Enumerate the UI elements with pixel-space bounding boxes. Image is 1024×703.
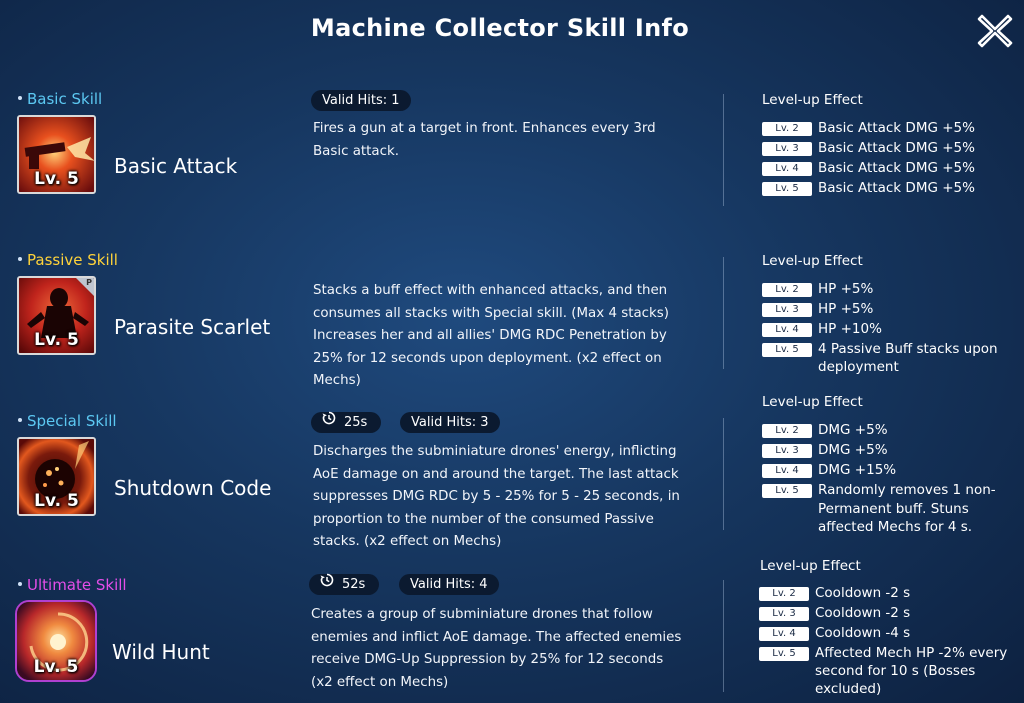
levelup-row: Lv. 4 HP +10% — [762, 320, 1012, 340]
levelup-list: Lv. 2 HP +5% Lv. 3 HP +5% Lv. 4 HP +10% Lv.… — [762, 280, 1012, 377]
level-tag: Lv. 4 — [762, 323, 812, 337]
levelup-list: Lv. 2 DMG +5% Lv. 3 DMG +5% Lv. 4 DMG +15% … — [762, 421, 1012, 537]
level-tag: Lv. 3 — [759, 607, 809, 621]
level-effect: HP +5% — [818, 301, 874, 317]
levelup-row: Lv. 3 HP +5% — [762, 300, 1012, 320]
skill-category: Basic Skill — [18, 90, 102, 108]
skill-name: Parasite Scarlet — [114, 315, 271, 339]
level-tag: Lv. 5 — [762, 484, 812, 498]
skill-description: Creates a group of subminiature drones t… — [311, 607, 682, 690]
skill-icon-wild-hunt[interactable]: Lv. 5 — [15, 600, 97, 682]
cooldown-pill: 25s — [311, 411, 382, 433]
skill-icon-parasite-scarlet[interactable]: P Lv. 5 — [17, 276, 96, 355]
levelup-row: Lv. 5 Affected Mech HP -2% every second f… — [759, 644, 1009, 698]
level-effect: HP +5% — [818, 281, 874, 297]
skill-category: Passive Skill — [18, 251, 118, 269]
level-effect: Randomly removes 1 non-Permanent buff. S… — [818, 482, 996, 535]
levelup-list: Lv. 2 Cooldown -2 s Lv. 3 Cooldown -2 s Lv… — [759, 584, 1009, 699]
divider — [723, 94, 724, 206]
levelup-row: Lv. 4 DMG +15% — [762, 461, 1012, 481]
levelup-row: Lv. 3 Basic Attack DMG +5% — [762, 139, 1020, 159]
skill-name: Shutdown Code — [114, 476, 272, 500]
levelup-row: Lv. 2 HP +5% — [762, 280, 1012, 300]
level-effect: Basic Attack DMG +5% — [818, 120, 975, 136]
divider — [723, 580, 724, 692]
level-effect: Basic Attack DMG +5% — [818, 160, 975, 176]
level-effect: HP +10% — [818, 321, 882, 337]
level-tag: Lv. 3 — [762, 444, 812, 458]
level-effect: DMG +5% — [818, 442, 888, 458]
skill-name: Basic Attack — [114, 154, 238, 178]
level-tag: Lv. 5 — [759, 647, 809, 661]
level-effect: 4 Passive Buff stacks upon deployment — [818, 341, 998, 375]
level-effect: Cooldown -2 s — [815, 585, 911, 601]
levelup-list: Lv. 2 Basic Attack DMG +5% Lv. 3 Basic Att… — [762, 119, 1020, 199]
level-tag: Lv. 5 — [762, 182, 812, 196]
background-ghost-text — [104, 62, 113, 92]
levelup-row: Lv. 4 Basic Attack DMG +5% — [762, 159, 1020, 179]
level-tag: Lv. 2 — [762, 424, 812, 438]
level-tag: Lv. 5 — [762, 343, 812, 357]
skill-category: Special Skill — [18, 412, 117, 430]
levelup-title: Level-up Effect — [762, 253, 863, 269]
level-tag: Lv. 2 — [762, 122, 812, 136]
levelup-row: Lv. 2 DMG +5% — [762, 421, 1012, 441]
valid-hits-pill: Valid Hits: 4 — [399, 574, 499, 595]
page-title: Machine Collector Skill Info — [310, 14, 690, 42]
level-effect: Basic Attack DMG +5% — [818, 180, 975, 196]
divider — [723, 257, 724, 369]
levelup-row: Lv. 4 Cooldown -4 s — [759, 624, 1009, 644]
valid-hits-pill: Valid Hits: 1 — [311, 90, 411, 111]
skill-description: Discharges the subminiature drones' ener… — [313, 444, 680, 549]
levelup-row: Lv. 5 Basic Attack DMG +5% — [762, 179, 1020, 199]
skill-level-badge: Lv. 5 — [34, 169, 79, 189]
level-effect: Cooldown -2 s — [815, 605, 911, 621]
skill-level-badge: Lv. 5 — [33, 657, 79, 677]
levelup-row: Lv. 2 Basic Attack DMG +5% — [762, 119, 1020, 139]
cooldown-value: 52s — [342, 577, 366, 592]
level-effect: Affected Mech HP -2% every second for 10… — [815, 645, 1008, 697]
level-tag: Lv. 3 — [762, 303, 812, 317]
levelup-row: Lv. 2 Cooldown -2 s — [759, 584, 1009, 604]
level-effect: Basic Attack DMG +5% — [818, 140, 975, 156]
level-tag: Lv. 4 — [762, 162, 812, 176]
cooldown-clock-icon — [322, 411, 336, 432]
level-tag: Lv. 2 — [759, 587, 809, 601]
level-tag: Lv. 4 — [759, 627, 809, 641]
divider — [723, 418, 724, 530]
cooldown-value: 25s — [344, 415, 368, 430]
level-tag: Lv. 2 — [762, 283, 812, 297]
level-tag: Lv. 3 — [762, 142, 812, 156]
level-effect: Cooldown -4 s — [815, 625, 911, 641]
level-effect: DMG +5% — [818, 422, 888, 438]
close-icon[interactable] — [976, 12, 1014, 50]
skill-description: Fires a gun at a target in front. Enhanc… — [313, 121, 656, 159]
levelup-title: Level-up Effect — [760, 558, 861, 574]
levelup-title: Level-up Effect — [762, 394, 863, 410]
skill-level-badge: Lv. 5 — [34, 330, 79, 350]
skill-description: Stacks a buff effect with enhanced attac… — [313, 283, 669, 388]
levelup-row: Lv. 5 Randomly removes 1 non-Permanent bu… — [762, 481, 1012, 537]
cooldown-clock-icon — [320, 573, 334, 594]
skill-icon-basic-attack[interactable]: Lv. 5 — [17, 115, 96, 194]
valid-hits-pill: Valid Hits: 3 — [400, 412, 500, 433]
level-tag: Lv. 4 — [762, 464, 812, 478]
levelup-title: Level-up Effect — [762, 92, 863, 108]
skill-level-badge: Lv. 5 — [34, 491, 79, 511]
skill-icon-shutdown-code[interactable]: Lv. 5 — [17, 437, 96, 516]
levelup-row: Lv. 3 Cooldown -2 s — [759, 604, 1009, 624]
level-effect: DMG +15% — [818, 462, 897, 478]
cooldown-pill: 52s — [309, 573, 380, 595]
levelup-row: Lv. 3 DMG +5% — [762, 441, 1012, 461]
skill-name: Wild Hunt — [112, 640, 210, 664]
levelup-row: Lv. 5 4 Passive Buff stacks upon deployme… — [762, 340, 1012, 376]
skill-category: Ultimate Skill — [18, 576, 127, 594]
passive-mark-letter: P — [86, 278, 92, 287]
